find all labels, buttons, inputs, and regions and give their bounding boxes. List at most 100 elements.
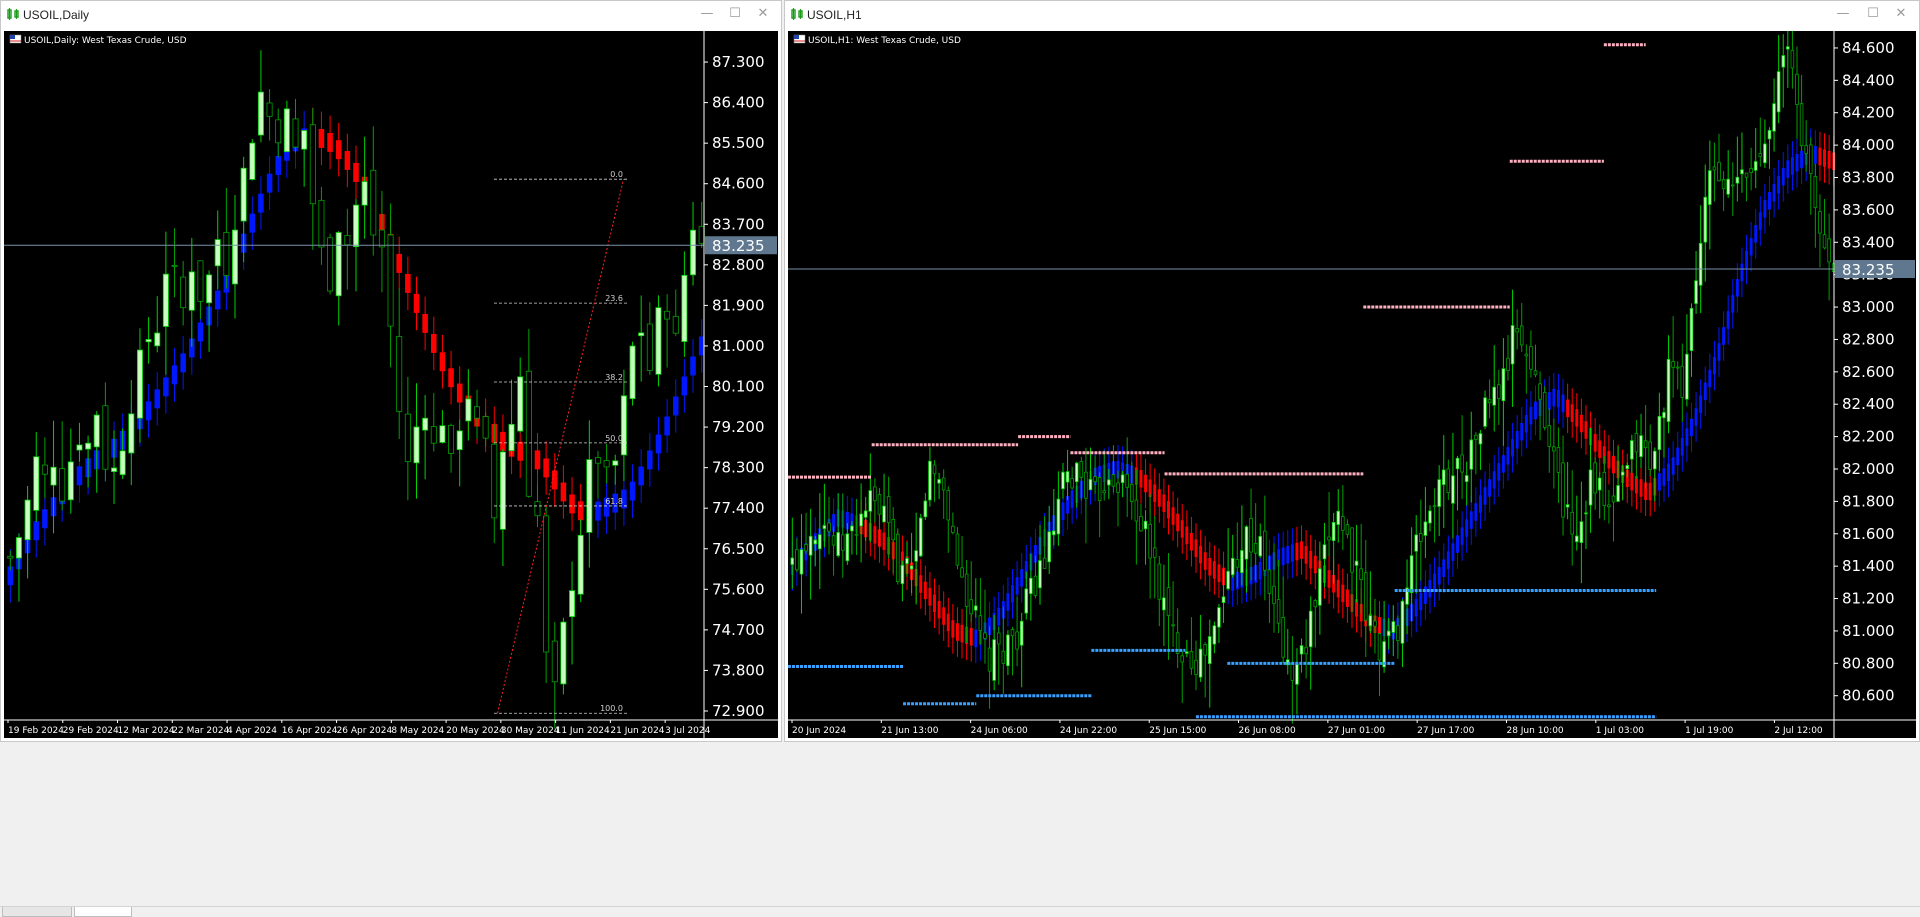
band-bar	[1185, 526, 1189, 545]
close-button[interactable]: ✕	[753, 5, 773, 23]
candle-body	[840, 534, 845, 551]
price-chart-daily[interactable]: USOIL,Daily: West Texas Crude, USD 0.0 23.…	[4, 31, 778, 738]
band-bar	[942, 607, 946, 625]
band-bar	[1579, 414, 1583, 433]
candle-body	[1396, 625, 1400, 641]
candle-body	[162, 273, 169, 327]
y-tick-label: 81.600	[1842, 525, 1895, 543]
band-bar	[396, 253, 402, 273]
band-bar	[405, 273, 411, 293]
band-bar	[595, 501, 601, 521]
candle-body	[1134, 499, 1139, 522]
band-bar	[1478, 495, 1482, 513]
y-tick-label: 84.200	[1842, 104, 1895, 122]
candle-body	[1519, 325, 1524, 346]
candle-body	[1547, 425, 1552, 447]
band-bar	[1309, 550, 1313, 569]
maximize-button[interactable]: ☐	[1863, 5, 1883, 23]
title-bar-daily[interactable]: USOIL,Daily — ☐ ✕	[1, 1, 781, 29]
band-bar	[1745, 250, 1749, 269]
candle-body	[1107, 479, 1111, 486]
band-bar	[1015, 577, 1019, 595]
candle-body	[413, 426, 420, 464]
close-button[interactable]: ✕	[1891, 5, 1911, 23]
chart-area-daily[interactable]: USOIL,Daily: West Texas Crude, USD 0.0 23.…	[4, 31, 778, 738]
price-chart-h1[interactable]: USOIL,H1: West Texas Crude, USD 84.600 84.…	[788, 31, 1916, 738]
candle-body	[188, 271, 195, 311]
candle-body	[1675, 366, 1680, 369]
band-bar	[1575, 409, 1579, 427]
band-bar	[1217, 564, 1221, 582]
candle-body	[1708, 170, 1712, 205]
band-bar	[1515, 431, 1519, 449]
x-tick-label: 28 Jun 10:00	[1506, 726, 1563, 736]
candle-body	[59, 468, 66, 502]
candle-body	[1721, 179, 1726, 190]
candle-body	[1698, 242, 1703, 286]
candle-body	[1483, 397, 1487, 427]
band-bar	[145, 401, 152, 421]
band-bar	[882, 532, 886, 551]
candle-body	[1533, 370, 1538, 376]
candle-body	[1162, 597, 1166, 611]
band-bar	[33, 521, 40, 541]
candle-body	[1510, 325, 1515, 365]
band-bar	[1823, 149, 1826, 167]
candle-body	[292, 118, 299, 148]
candle-body	[955, 533, 960, 566]
minimize-button[interactable]: —	[697, 5, 717, 23]
candle-body	[1460, 454, 1464, 473]
y-tick-label: 83.600	[1842, 201, 1895, 219]
candle-body	[1189, 651, 1194, 669]
band-bar	[1501, 455, 1505, 473]
band-bar	[1795, 153, 1799, 172]
y-tick-label: 84.000	[1842, 136, 1895, 154]
candle-body	[620, 395, 627, 456]
candle-body	[1634, 432, 1639, 453]
flag-icon	[9, 34, 22, 44]
title-bar-h1[interactable]: USOIL,H1 — ☐ ✕	[785, 1, 1919, 29]
y-tick-label: 85.500	[712, 134, 765, 152]
window-usoil-h1[interactable]: USOIL,H1 — ☐ ✕ USOIL,H1: West Texas Crud…	[784, 0, 1920, 742]
candle-body	[804, 544, 808, 552]
chart-area-h1[interactable]: USOIL,H1: West Texas Crude, USD 84.600 84.…	[788, 31, 1916, 738]
band-bar	[1336, 579, 1340, 598]
candle-body	[974, 605, 978, 611]
y-tick-label: 84.600	[1842, 39, 1895, 57]
band-bar	[1552, 388, 1556, 407]
candle-body	[992, 639, 996, 681]
band-bar	[1341, 584, 1345, 603]
minimize-button[interactable]: —	[1833, 5, 1853, 23]
candle-body	[318, 199, 325, 248]
candle-body	[1038, 560, 1042, 589]
candle-body	[50, 466, 57, 486]
candle-body	[128, 413, 135, 454]
maximize-button[interactable]: ☐	[725, 5, 745, 23]
candle-body	[1666, 358, 1671, 422]
band-bar	[1662, 468, 1666, 486]
candle-body	[283, 108, 290, 153]
band-bar	[1735, 279, 1739, 297]
candle-body	[1607, 504, 1611, 508]
candle-body	[1501, 368, 1506, 402]
candle-body	[111, 467, 118, 473]
candle-body	[1639, 435, 1643, 458]
band-bar	[214, 290, 221, 310]
candle-body	[831, 535, 836, 546]
candle-body	[928, 460, 932, 501]
candle-body	[664, 310, 671, 320]
candle-body	[1276, 599, 1281, 624]
candle-body	[171, 264, 178, 267]
band-bar	[1011, 585, 1014, 603]
fib-level-label: 100.0	[600, 704, 623, 713]
candle-body	[1822, 234, 1827, 249]
candle-body	[41, 464, 48, 475]
window-usoil-daily[interactable]: USOIL,Daily — ☐ ✕ USOIL,Daily: West Texa…	[0, 0, 782, 742]
band-bar	[197, 322, 204, 342]
candle-body	[1143, 520, 1148, 530]
candle-body	[1671, 361, 1675, 368]
candle-body	[1685, 353, 1689, 400]
band-bar	[543, 458, 549, 478]
band-bar	[873, 526, 877, 544]
candle-body	[1198, 648, 1203, 678]
